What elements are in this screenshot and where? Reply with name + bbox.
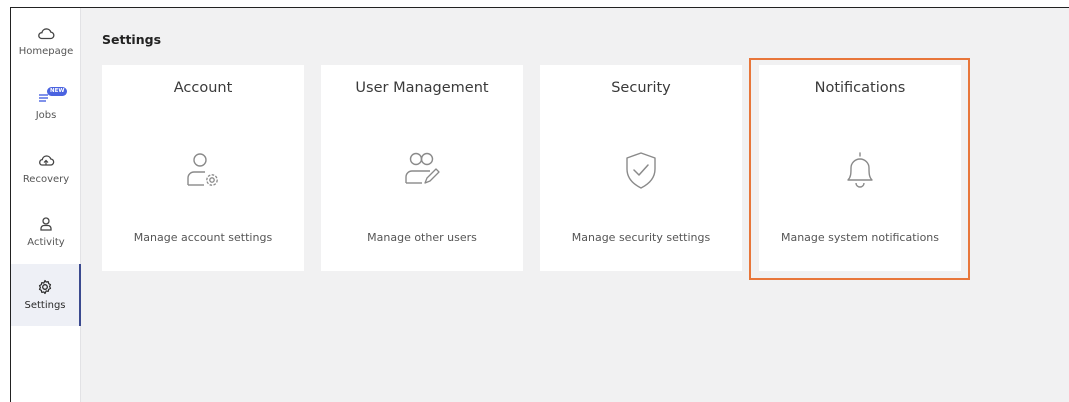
- user-management-card[interactable]: User Management Manage other users: [321, 65, 523, 271]
- sidebar-item-label: Recovery: [22, 174, 70, 185]
- security-card[interactable]: Security Manage security settings: [540, 65, 742, 271]
- card-title: Notifications: [814, 80, 906, 96]
- sidebar-item-label: Jobs: [35, 110, 57, 121]
- user-activity-icon: [35, 213, 57, 235]
- sidebar-item-activity[interactable]: Activity: [11, 213, 81, 271]
- card-title: User Management: [355, 80, 489, 96]
- cloud-icon: [35, 22, 57, 44]
- app-window: Homepage NEW Jobs Recovery Activity Sett…: [10, 7, 1069, 402]
- card-description: Manage security settings: [571, 231, 711, 244]
- sidebar-item-jobs[interactable]: NEW Jobs: [11, 86, 81, 144]
- bell-icon: [847, 152, 873, 188]
- page-title: Settings: [102, 32, 162, 47]
- card-description: Manage other users: [367, 231, 477, 244]
- sidebar-item-homepage[interactable]: Homepage: [11, 22, 81, 80]
- card-title: Security: [611, 80, 671, 96]
- shield-check-icon: [626, 152, 656, 189]
- card-title: Account: [173, 80, 233, 96]
- sidebar-item-label: Activity: [27, 237, 65, 248]
- sidebar-item-settings[interactable]: Settings: [11, 264, 81, 326]
- new-badge: NEW: [47, 87, 68, 96]
- user-gear-icon: [187, 153, 218, 186]
- sidebar-item-label: Settings: [24, 300, 66, 311]
- cloud-recovery-icon: [35, 150, 57, 172]
- gear-icon: [34, 276, 56, 298]
- sidebar-item-recovery[interactable]: Recovery: [11, 150, 81, 208]
- jobs-list-icon: NEW: [35, 86, 68, 108]
- card-description: Manage system notifications: [780, 231, 940, 244]
- sidebar-item-label: Homepage: [18, 46, 74, 57]
- account-card[interactable]: Account Manage account settings: [102, 65, 304, 271]
- card-description: Manage account settings: [133, 231, 273, 244]
- sidebar: Homepage NEW Jobs Recovery Activity Sett…: [11, 8, 81, 402]
- users-edit-icon: [405, 152, 440, 184]
- notifications-card[interactable]: Notifications Manage system notification…: [759, 65, 961, 271]
